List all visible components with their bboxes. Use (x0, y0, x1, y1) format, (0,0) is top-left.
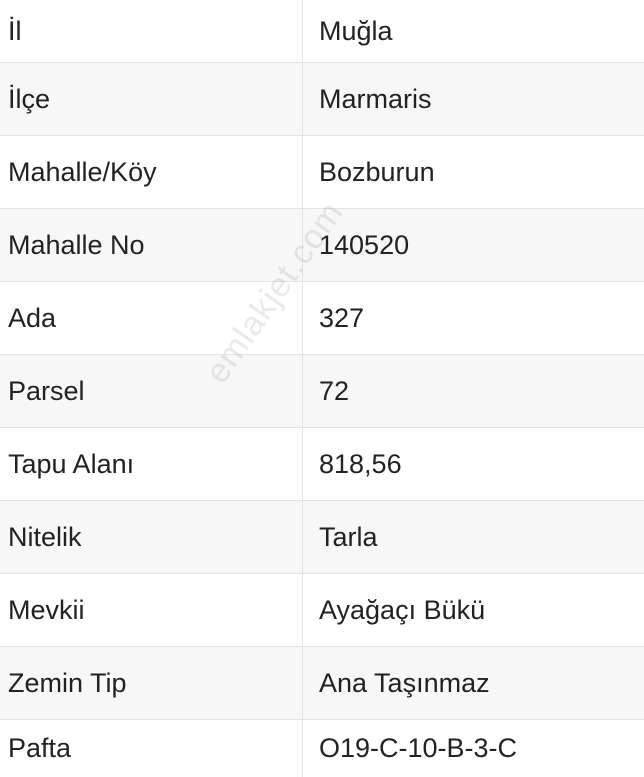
table-row-tapu-alani: Tapu Alanı 818,56 (0, 428, 644, 501)
table-row-ilce: İlçe Marmaris (0, 63, 644, 136)
row-label: Zemin Tip (0, 647, 303, 719)
row-label: Mahalle No (0, 209, 303, 281)
row-label: İl (0, 0, 303, 62)
table-row-parsel: Parsel 72 (0, 355, 644, 428)
table-row-pafta: Pafta O19-C-10-B-3-C (0, 720, 644, 777)
row-value: Ana Taşınmaz (319, 667, 490, 698)
table-row-mahalle-no: Mahalle No 140520 (0, 209, 644, 282)
row-value: Ayağaçı Bükü (319, 594, 486, 625)
table-row-nitelik: Nitelik Tarla (0, 501, 644, 574)
table-row-zemin-tip: Zemin Tip Ana Taşınmaz (0, 647, 644, 720)
row-label: Parsel (0, 355, 303, 427)
row-value: 818,56 (319, 448, 402, 479)
row-value: 72 (319, 375, 350, 406)
row-label: Mahalle/Köy (0, 136, 303, 208)
row-value: O19-C-10-B-3-C (319, 733, 518, 763)
row-label: Mevkii (0, 574, 303, 646)
row-value: Tarla (319, 521, 378, 552)
row-value: Muğla (319, 15, 393, 46)
row-label: Tapu Alanı (0, 428, 303, 500)
row-value: 140520 (319, 229, 410, 260)
row-value: Bozburun (319, 156, 435, 187)
row-label: Pafta (0, 720, 303, 777)
row-label: Nitelik (0, 501, 303, 573)
row-label: İlçe (0, 63, 303, 135)
parcel-info-table: İl Muğla İlçe Marmaris Mahalle/Köy Bozbu… (0, 0, 644, 777)
row-label: Ada (0, 282, 303, 354)
table-row-mevkii: Mevkii Ayağaçı Bükü (0, 574, 644, 647)
table-row-il: İl Muğla (0, 0, 644, 63)
row-value: 327 (319, 302, 365, 333)
table-row-ada: Ada 327 (0, 282, 644, 355)
table-row-mahalle-koy: Mahalle/Köy Bozburun (0, 136, 644, 209)
row-value: Marmaris (319, 83, 432, 114)
